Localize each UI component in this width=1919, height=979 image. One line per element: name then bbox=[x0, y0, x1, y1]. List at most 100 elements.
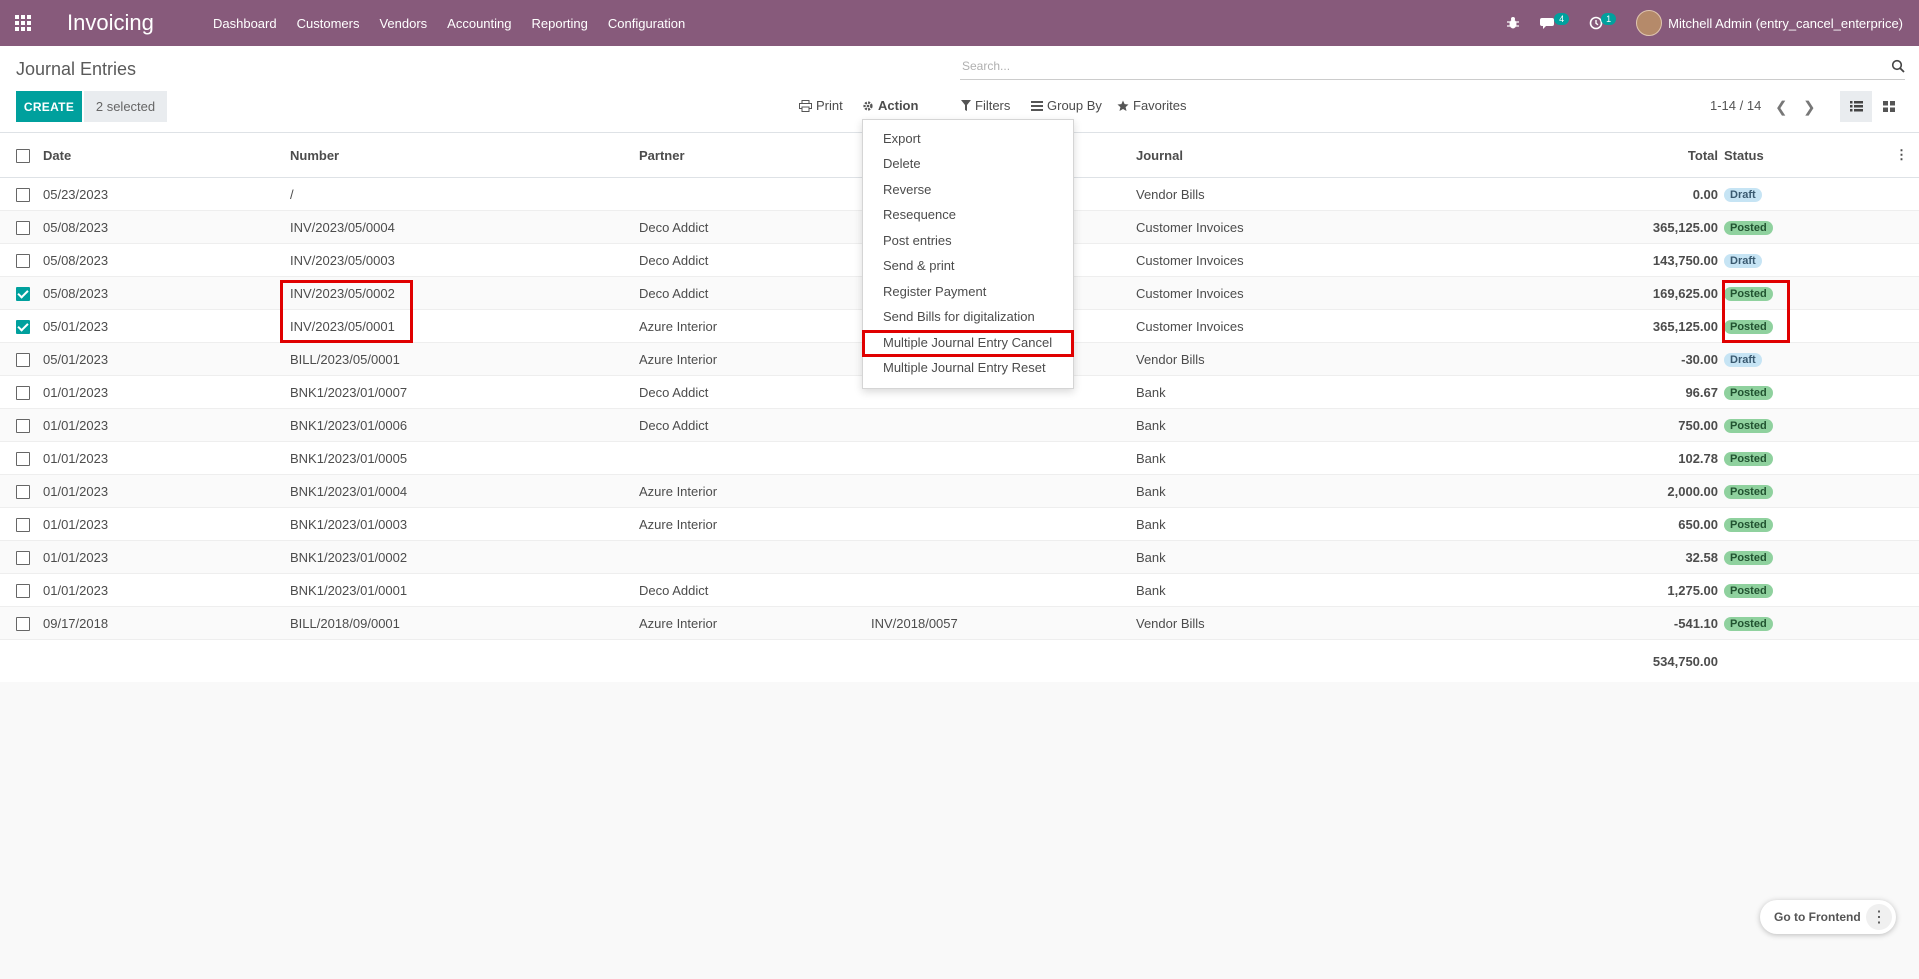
menu-dashboard[interactable]: Dashboard bbox=[203, 16, 287, 31]
col-status[interactable]: Status bbox=[1724, 133, 1884, 178]
row-checkbox[interactable] bbox=[16, 418, 30, 433]
search-input[interactable] bbox=[960, 55, 1864, 74]
pager-value[interactable]: 1-14 / 14 bbox=[1710, 98, 1761, 113]
cell-partner: Azure Interior bbox=[639, 606, 871, 640]
menu-item-send-bills-digitalization[interactable]: Send Bills for digitalization bbox=[863, 304, 1073, 329]
row-checkbox[interactable] bbox=[16, 616, 30, 631]
menu-item-multiple-journal-entry-cancel[interactable]: Multiple Journal Entry Cancel bbox=[863, 330, 1073, 355]
go-to-frontend-button[interactable]: Go to Frontend bbox=[1774, 910, 1861, 924]
cell-date: 05/08/2023 bbox=[43, 243, 290, 277]
avatar bbox=[1636, 10, 1663, 36]
cell-journal: Vendor Bills bbox=[1136, 177, 1450, 211]
col-number[interactable]: Number bbox=[290, 133, 639, 178]
messages-button[interactable]: 4 bbox=[1540, 13, 1570, 30]
cell-total: 365,125.00 bbox=[1450, 309, 1724, 343]
menu-item-delete[interactable]: Delete bbox=[863, 151, 1073, 176]
status-badge: Posted bbox=[1724, 584, 1773, 598]
pager-next-icon[interactable]: ❯ bbox=[1803, 98, 1816, 116]
row-checkbox[interactable] bbox=[16, 550, 30, 565]
table-row[interactable]: 01/01/2023 BNK1/2023/01/0006 Deco Addict Ba… bbox=[0, 408, 1919, 442]
user-menu[interactable]: Mitchell Admin (entry_cancel_enterprice) bbox=[1636, 10, 1903, 36]
menu-item-post-entries[interactable]: Post entries bbox=[863, 228, 1073, 253]
print-icon bbox=[799, 99, 812, 112]
cell-reference bbox=[871, 441, 1136, 475]
select-all-checkbox[interactable] bbox=[16, 148, 30, 163]
row-checkbox[interactable] bbox=[16, 187, 30, 202]
col-date[interactable]: Date bbox=[43, 133, 290, 178]
row-checkbox[interactable] bbox=[16, 583, 30, 598]
cell-number: BNK1/2023/01/0004 bbox=[290, 474, 639, 508]
cell-date: 01/01/2023 bbox=[43, 507, 290, 541]
row-checkbox[interactable] bbox=[16, 253, 30, 268]
row-checkbox[interactable] bbox=[16, 517, 30, 532]
row-checkbox[interactable] bbox=[16, 220, 30, 235]
menu-item-reverse[interactable]: Reverse bbox=[863, 177, 1073, 202]
kanban-view-icon bbox=[1883, 101, 1895, 112]
cell-number: BILL/2023/05/0001 bbox=[290, 342, 639, 376]
favorites-button[interactable]: Favorites bbox=[1117, 98, 1186, 113]
status-badge: Draft bbox=[1724, 254, 1762, 268]
menu-reporting[interactable]: Reporting bbox=[522, 16, 598, 31]
cell-date: 05/01/2023 bbox=[43, 309, 290, 343]
row-checkbox[interactable] bbox=[16, 451, 30, 466]
debug-icon[interactable] bbox=[1506, 16, 1520, 30]
cell-partner: Deco Addict bbox=[639, 210, 871, 244]
menu-configuration[interactable]: Configuration bbox=[598, 16, 695, 31]
menu-accounting[interactable]: Accounting bbox=[437, 16, 521, 31]
table-row[interactable]: 01/01/2023 BNK1/2023/01/0004 Azure Interio… bbox=[0, 474, 1919, 508]
kanban-view-button[interactable] bbox=[1873, 91, 1905, 122]
search-icon[interactable] bbox=[1891, 59, 1905, 73]
pager-previous-icon[interactable]: ❮ bbox=[1775, 98, 1788, 116]
table-row[interactable]: 09/17/2018 BILL/2018/09/0001 Azure Interio… bbox=[0, 606, 1919, 640]
action-label: Action bbox=[878, 98, 919, 113]
table-row[interactable]: 01/01/2023 BNK1/2023/01/0003 Azure Interio… bbox=[0, 507, 1919, 541]
cell-journal: Bank bbox=[1136, 573, 1450, 607]
optional-columns-icon[interactable]: ⋮ bbox=[1884, 133, 1919, 178]
menu-vendors[interactable]: Vendors bbox=[369, 16, 437, 31]
menu-item-export[interactable]: Export bbox=[863, 126, 1073, 151]
cell-reference bbox=[871, 540, 1136, 574]
col-partner[interactable]: Partner bbox=[639, 133, 871, 178]
create-button[interactable]: CREATE bbox=[16, 91, 82, 122]
cell-journal: Vendor Bills bbox=[1136, 606, 1450, 640]
filters-button[interactable]: Filters bbox=[961, 98, 1010, 113]
print-button[interactable]: Print bbox=[799, 98, 843, 113]
row-checkbox[interactable] bbox=[16, 484, 30, 499]
group-by-label: Group By bbox=[1047, 98, 1102, 113]
print-label: Print bbox=[816, 98, 843, 113]
row-checkbox[interactable] bbox=[16, 286, 30, 301]
list-view-button[interactable] bbox=[1840, 91, 1872, 122]
cell-partner bbox=[639, 177, 871, 211]
cell-total: 650.00 bbox=[1450, 507, 1724, 541]
more-options-icon[interactable]: ⋮ bbox=[1866, 904, 1892, 930]
status-badge: Posted bbox=[1724, 452, 1773, 466]
group-by-button[interactable]: Group By bbox=[1031, 98, 1102, 113]
row-checkbox[interactable] bbox=[16, 319, 30, 334]
cell-total: 32.58 bbox=[1450, 540, 1724, 574]
menu-customers[interactable]: Customers bbox=[287, 16, 370, 31]
cell-date: 09/17/2018 bbox=[43, 606, 290, 640]
activities-button[interactable]: 1 bbox=[1589, 13, 1617, 30]
cell-number: INV/2023/05/0001 bbox=[290, 309, 639, 343]
cell-partner bbox=[639, 441, 871, 475]
main-menu: Dashboard Customers Vendors Accounting R… bbox=[203, 0, 695, 46]
table-row[interactable]: 01/01/2023 BNK1/2023/01/0001 Deco Addict Ba… bbox=[0, 573, 1919, 607]
table-row[interactable]: 01/01/2023 BNK1/2023/01/0002 Bank 32.58 Post… bbox=[0, 540, 1919, 574]
row-checkbox[interactable] bbox=[16, 352, 30, 367]
action-button[interactable]: Action bbox=[862, 98, 918, 113]
cell-total: -541.10 bbox=[1450, 606, 1724, 640]
row-checkbox[interactable] bbox=[16, 385, 30, 400]
cell-partner: Deco Addict bbox=[639, 243, 871, 277]
menu-item-multiple-journal-entry-reset[interactable]: Multiple Journal Entry Reset bbox=[863, 355, 1073, 380]
cell-journal: Bank bbox=[1136, 441, 1450, 475]
status-badge: Posted bbox=[1724, 518, 1773, 532]
app-title[interactable]: Invoicing bbox=[67, 10, 154, 36]
action-dropdown-menu: Export Delete Reverse Resequence Post en… bbox=[862, 119, 1074, 389]
table-row[interactable]: 01/01/2023 BNK1/2023/01/0005 Bank 102.78 Pos… bbox=[0, 441, 1919, 475]
menu-item-send-print[interactable]: Send & print bbox=[863, 253, 1073, 278]
apps-menu-icon[interactable] bbox=[15, 15, 33, 31]
menu-item-register-payment[interactable]: Register Payment bbox=[863, 279, 1073, 304]
col-journal[interactable]: Journal bbox=[1136, 133, 1450, 178]
menu-item-resequence[interactable]: Resequence bbox=[863, 202, 1073, 227]
col-total[interactable]: Total bbox=[1450, 133, 1724, 178]
